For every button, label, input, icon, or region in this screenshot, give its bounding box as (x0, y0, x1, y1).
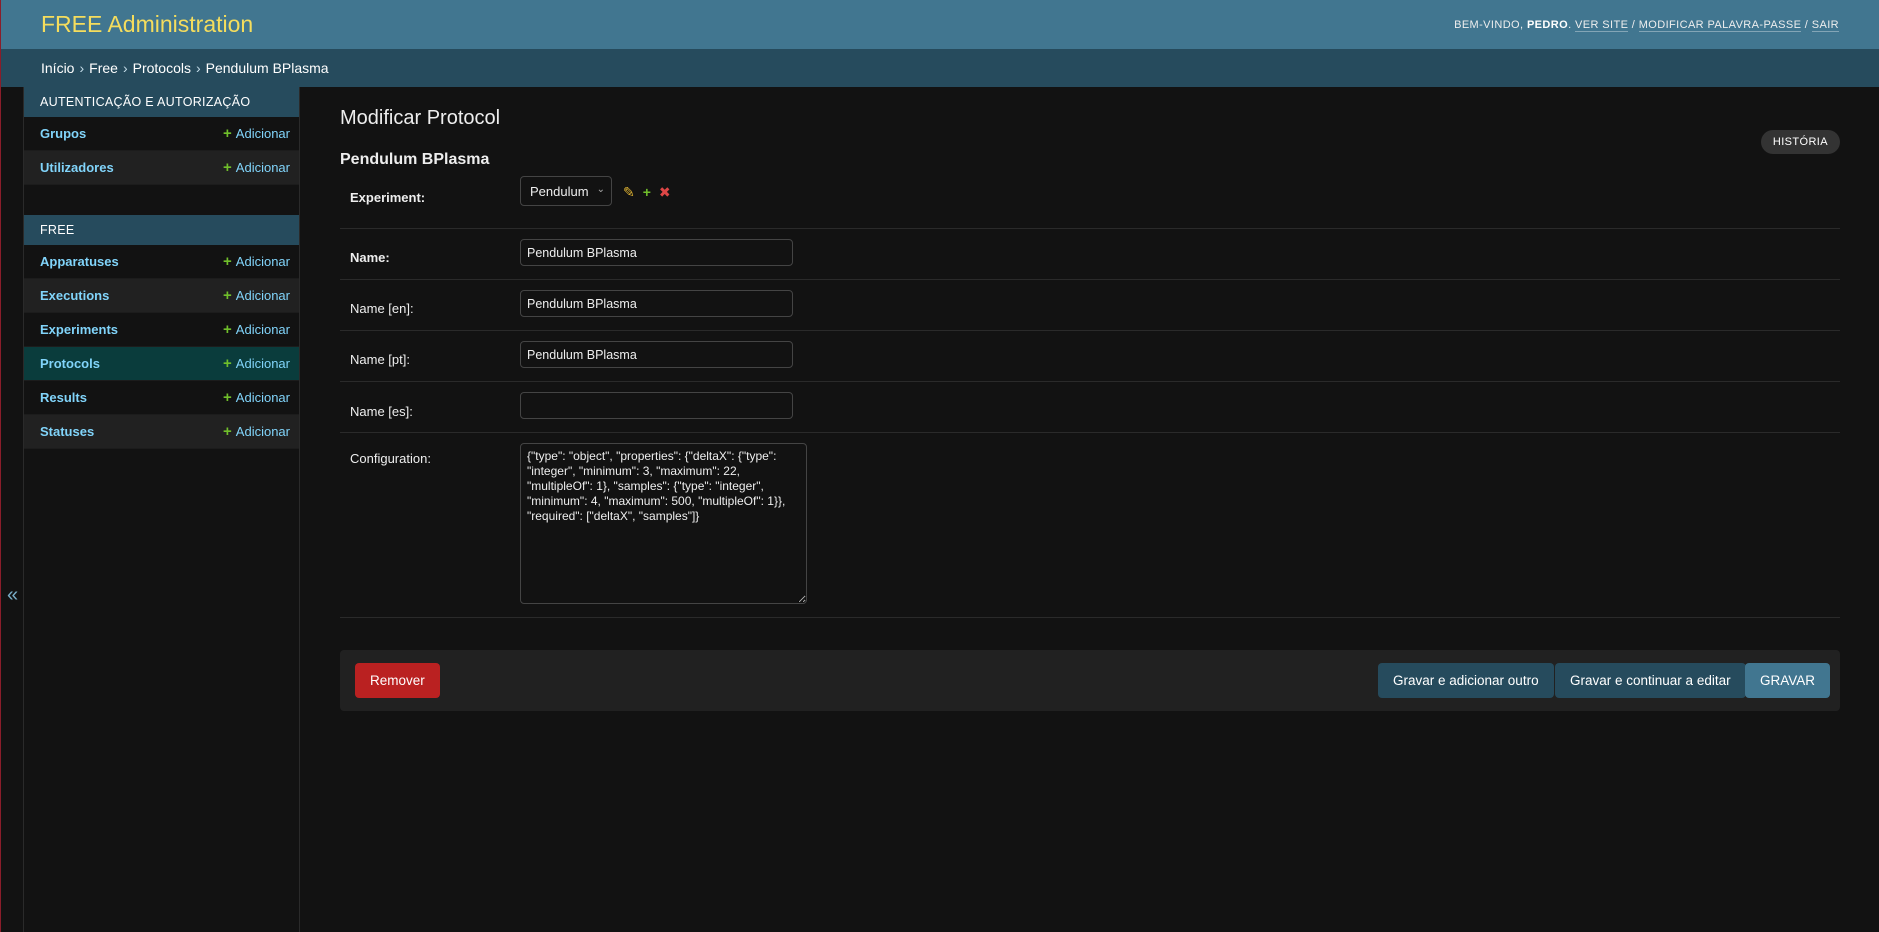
add-related-icon[interactable]: + (643, 184, 651, 201)
name-en-label: Name [en]: (350, 301, 414, 316)
model-link-executions[interactable]: Executions (40, 288, 109, 303)
change-password-link[interactable]: MODIFICAR PALAVRA-PASSE (1638, 18, 1802, 32)
name-es-label: Name [es]: (350, 404, 413, 419)
model-link-apparatuses[interactable]: Apparatuses (40, 254, 119, 269)
sidebar-item-results: Results + Adicionar (24, 381, 299, 415)
sidebar-item-utilizadores: Utilizadores + Adicionar (24, 151, 299, 185)
view-site-link[interactable]: VER SITE (1574, 18, 1629, 32)
plus-icon: + (223, 389, 232, 406)
save-add-another-button[interactable]: Gravar e adicionar outro (1378, 663, 1554, 698)
name-field[interactable] (520, 239, 793, 266)
form-row-name-es: Name [es]: (340, 382, 1840, 433)
name-es-field[interactable] (520, 392, 793, 419)
sidebar-item-executions: Executions + Adicionar (24, 279, 299, 313)
sidebar: AUTENTICAÇÃO E AUTORIZAÇÃO Grupos + Adici… (24, 87, 300, 932)
add-statuses-button[interactable]: + Adicionar (223, 424, 290, 439)
name-label: Name: (350, 250, 390, 265)
form-row-experiment: Experiment: Pendulum ⌄ ✎ + ✖ (340, 176, 1840, 229)
model-link-protocols[interactable]: Protocols (40, 356, 100, 371)
add-grupos-button[interactable]: + Adicionar (223, 126, 290, 141)
name-en-field[interactable] (520, 290, 793, 317)
breadcrumb: Início › Free › Protocols › Pendulum BPl… (1, 49, 1879, 87)
delete-button[interactable]: Remover (355, 663, 440, 698)
model-link-experiments[interactable]: Experiments (40, 322, 118, 337)
change-form: Experiment: Pendulum ⌄ ✎ + ✖ Name: Name … (340, 176, 1840, 618)
plus-icon: + (223, 159, 232, 176)
save-continue-button[interactable]: Gravar e continuar a editar (1555, 663, 1746, 698)
sidebar-item-statuses: Statuses + Adicionar (24, 415, 299, 449)
add-executions-button[interactable]: + Adicionar (223, 288, 290, 303)
plus-icon: + (223, 125, 232, 142)
model-link-results[interactable]: Results (40, 390, 87, 405)
model-link-utilizadores[interactable]: Utilizadores (40, 160, 114, 175)
add-utilizadores-button[interactable]: + Adicionar (223, 160, 290, 175)
configuration-field[interactable]: {"type": "object", "properties": {"delta… (520, 443, 807, 604)
delete-related-icon[interactable]: ✖ (659, 184, 671, 201)
sidebar-item-protocols: Protocols + Adicionar (24, 347, 299, 381)
name-pt-label: Name [pt]: (350, 352, 410, 367)
logout-link[interactable]: SAIR (1811, 18, 1839, 32)
sidebar-toggle-strip: « (1, 87, 24, 932)
experiment-select[interactable]: Pendulum ⌄ (520, 176, 612, 206)
submit-row: Remover Gravar e adicionar outro Gravar … (340, 650, 1840, 711)
chevron-down-icon: ⌄ (596, 184, 605, 195)
edit-related-icon[interactable]: ✎ (623, 184, 635, 201)
form-row-name-en: Name [en]: (340, 280, 1840, 331)
page-title: Modificar Protocol (340, 107, 501, 129)
save-button[interactable]: GRAVAR (1745, 663, 1831, 698)
form-row-configuration: Configuration: {"type": "object", "prope… (340, 433, 1840, 618)
model-link-statuses[interactable]: Statuses (40, 424, 94, 439)
site-brand[interactable]: FREE Administration (41, 11, 253, 38)
name-pt-field[interactable] (520, 341, 793, 368)
username: PEDRO (1526, 18, 1569, 31)
welcome-text: BEM-VINDO, (1454, 18, 1527, 31)
add-apparatuses-button[interactable]: + Adicionar (223, 254, 290, 269)
add-protocols-button[interactable]: + Adicionar (223, 356, 290, 371)
breadcrumb-app[interactable]: Free (89, 60, 118, 76)
module-caption[interactable]: AUTENTICAÇÃO E AUTORIZAÇÃO (24, 87, 299, 117)
configuration-label: Configuration: (350, 451, 431, 466)
module-caption[interactable]: FREE (24, 215, 299, 245)
collapse-sidebar-icon[interactable]: « (7, 584, 18, 607)
model-link-grupos[interactable]: Grupos (40, 126, 86, 141)
sidebar-item-grupos: Grupos + Adicionar (24, 117, 299, 151)
module-auth: AUTENTICAÇÃO E AUTORIZAÇÃO Grupos + Adici… (24, 87, 299, 185)
plus-icon: + (223, 253, 232, 270)
plus-icon: + (223, 355, 232, 372)
history-button[interactable]: HISTÓRIA (1760, 130, 1840, 154)
plus-icon: + (223, 321, 232, 338)
add-experiments-button[interactable]: + Adicionar (223, 322, 290, 337)
sidebar-item-apparatuses: Apparatuses + Adicionar (24, 245, 299, 279)
form-row-name: Name: (340, 229, 1840, 280)
header: FREE Administration BEM-VINDO, PEDRO. VE… (1, 0, 1879, 49)
plus-icon: + (223, 287, 232, 304)
experiment-label: Experiment: (350, 190, 426, 205)
related-widget-icons: ✎ + ✖ (623, 184, 671, 201)
form-row-name-pt: Name [pt]: (340, 331, 1840, 382)
breadcrumb-current: Pendulum BPlasma (205, 60, 329, 76)
main-content: Modificar Protocol Pendulum BPlasma HIST… (340, 87, 1840, 932)
add-results-button[interactable]: + Adicionar (223, 390, 290, 405)
sidebar-item-experiments: Experiments + Adicionar (24, 313, 299, 347)
breadcrumb-home[interactable]: Início (41, 60, 74, 76)
module-free: FREE Apparatuses + Adicionar Executions +… (24, 215, 299, 449)
user-tools: BEM-VINDO, PEDRO. VER SITE / MODIFICAR P… (1454, 18, 1839, 32)
object-title: Pendulum BPlasma (340, 151, 490, 168)
breadcrumb-model[interactable]: Protocols (133, 60, 191, 76)
plus-icon: + (223, 423, 232, 440)
